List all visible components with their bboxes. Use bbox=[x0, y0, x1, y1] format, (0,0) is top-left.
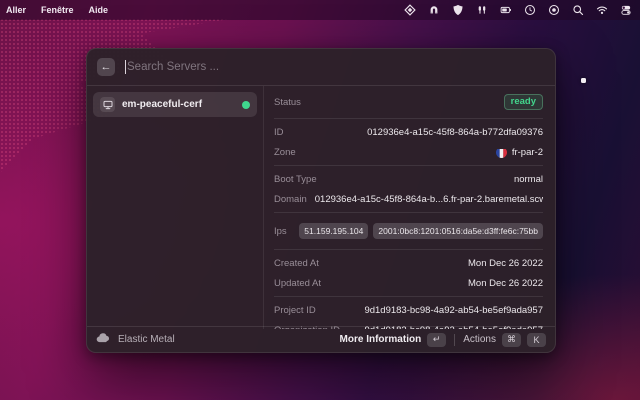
more-information-button[interactable]: More Information bbox=[340, 334, 422, 345]
launcher-window: ← Search Servers ... em-peaceful-cerf St… bbox=[86, 48, 556, 353]
detail-row-created-at: Created At Mon Dec 26 2022 bbox=[274, 253, 543, 273]
detail-row-ips: Ips 51.159.195.104 2001:0bc8:1201:0516:d… bbox=[274, 216, 543, 246]
boot-type-label: Boot Type bbox=[274, 174, 317, 185]
updated-at-label: Updated At bbox=[274, 278, 321, 289]
server-icon bbox=[100, 97, 115, 112]
status-badge: ready bbox=[504, 94, 543, 110]
ips-label: Ips bbox=[274, 226, 287, 237]
k-key-badge: K bbox=[527, 333, 546, 347]
divider bbox=[274, 165, 543, 166]
project-id-value: 9d1d9183-bc98-4a92-ab54-be5ef9ada957 bbox=[364, 305, 543, 316]
footer-divider bbox=[454, 334, 455, 346]
zone-value: fr-par-2 bbox=[512, 147, 543, 158]
detail-row-domain: Domain 012936e4-a15c-45f8-864a-b...6.fr-… bbox=[274, 189, 543, 209]
text-caret bbox=[125, 60, 126, 74]
ipv6-chip: 2001:0bc8:1201:0516:da5e:d3ff:fe6c:75bb bbox=[373, 223, 543, 239]
server-list: em-peaceful-cerf bbox=[87, 86, 263, 329]
france-flag-icon bbox=[496, 147, 507, 158]
enter-key-badge: ↵ bbox=[427, 333, 446, 347]
status-label: Status bbox=[274, 97, 301, 108]
window-footer: Elastic Metal More Information ↵ Actions… bbox=[87, 326, 555, 352]
server-status-dot bbox=[242, 101, 250, 109]
id-label: ID bbox=[274, 127, 284, 138]
domain-value: 012936e4-a15c-45f8-864a-b...6.fr-par-2.b… bbox=[315, 194, 543, 205]
divider bbox=[274, 118, 543, 119]
detail-row-updated-at: Updated At Mon Dec 26 2022 bbox=[274, 273, 543, 293]
detail-row-project-id: Project ID 9d1d9183-bc98-4a92-ab54-be5ef… bbox=[274, 300, 543, 320]
detail-pane: Status ready ID 012936e4-a15c-45f8-864a-… bbox=[263, 86, 555, 329]
footer-source-label: Elastic Metal bbox=[118, 334, 175, 345]
menu-item-aller[interactable]: Aller bbox=[6, 5, 26, 15]
detail-row-status: Status ready bbox=[274, 89, 543, 115]
record-icon[interactable] bbox=[547, 4, 560, 17]
magnet-icon[interactable] bbox=[427, 4, 440, 17]
divider bbox=[274, 212, 543, 213]
boot-type-value: normal bbox=[514, 174, 543, 185]
menu-bar-items: Aller Fenêtre Aide bbox=[0, 5, 108, 15]
project-id-label: Project ID bbox=[274, 305, 316, 316]
menu-item-fenetre[interactable]: Fenêtre bbox=[41, 5, 74, 15]
divider bbox=[274, 249, 543, 250]
detail-row-boot-type: Boot Type normal bbox=[274, 169, 543, 189]
detail-row-zone: Zone fr-par-2 bbox=[274, 142, 543, 162]
desktop: Aller Fenêtre Aide bbox=[0, 0, 640, 400]
updated-at-value: Mon Dec 26 2022 bbox=[468, 278, 543, 289]
created-at-value: Mon Dec 26 2022 bbox=[468, 258, 543, 269]
menu-bar: Aller Fenêtre Aide bbox=[0, 0, 640, 20]
mouse-cursor bbox=[581, 78, 586, 83]
detail-row-id: ID 012936e4-a15c-45f8-864a-b772dfa09376 bbox=[274, 122, 543, 142]
back-button[interactable]: ← bbox=[97, 58, 115, 76]
domain-label: Domain bbox=[274, 194, 307, 205]
control-center-icon[interactable] bbox=[619, 4, 632, 17]
elastic-metal-cloud-icon bbox=[96, 333, 110, 346]
actions-button[interactable]: Actions bbox=[463, 334, 496, 345]
wifi-icon[interactable] bbox=[595, 4, 608, 17]
search-header: ← Search Servers ... bbox=[87, 49, 555, 86]
shield-icon[interactable] bbox=[451, 4, 464, 17]
search-icon[interactable] bbox=[571, 4, 584, 17]
back-arrow-icon: ← bbox=[101, 58, 112, 76]
search-placeholder: Search Servers ... bbox=[127, 61, 219, 73]
cmd-key-badge: ⌘ bbox=[502, 333, 521, 347]
compass-icon[interactable] bbox=[403, 4, 416, 17]
airpods-icon[interactable] bbox=[475, 4, 488, 17]
ipv4-chip: 51.159.195.104 bbox=[299, 223, 368, 239]
created-at-label: Created At bbox=[274, 258, 319, 269]
menu-bar-status-icons bbox=[403, 4, 640, 17]
server-list-item[interactable]: em-peaceful-cerf bbox=[93, 92, 257, 117]
id-value: 012936e4-a15c-45f8-864a-b772dfa09376 bbox=[367, 127, 543, 138]
zone-label: Zone bbox=[274, 147, 296, 158]
battery-icon[interactable] bbox=[499, 4, 512, 17]
server-name: em-peaceful-cerf bbox=[122, 99, 235, 110]
clock-icon[interactable] bbox=[523, 4, 536, 17]
divider bbox=[274, 296, 543, 297]
search-input[interactable]: Search Servers ... bbox=[125, 60, 219, 74]
menu-item-aide[interactable]: Aide bbox=[89, 5, 109, 15]
